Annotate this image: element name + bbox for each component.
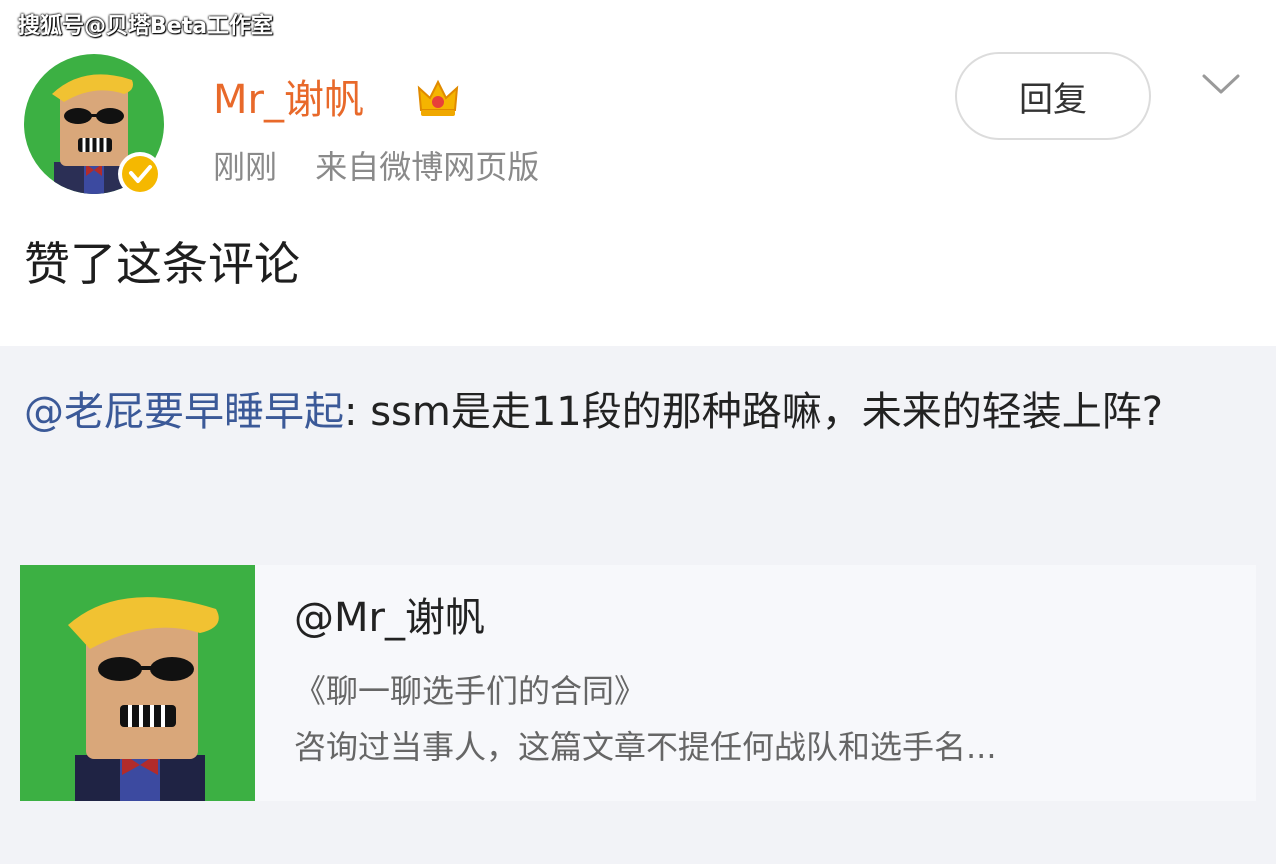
weibo-comment-card: 搜狐号@贝塔Beta工作室 Mr_谢帆 刚刚 来自微博网页版 回复 赞了这条评论… bbox=[0, 0, 1276, 864]
quoted-comment: @老屁要早睡早起: ssm是走11段的那种路嘛，未来的轻装上阵? bbox=[24, 376, 1254, 448]
username-link[interactable]: Mr_谢帆 bbox=[213, 72, 364, 128]
post-time: 刚刚 bbox=[213, 148, 278, 186]
reply-button[interactable]: 回复 bbox=[955, 52, 1151, 140]
action-text: 赞了这条评论 bbox=[24, 237, 300, 291]
article-card-title[interactable]: @Mr_谢帆 bbox=[294, 590, 485, 646]
article-thumbnail[interactable] bbox=[20, 565, 255, 815]
quoted-comment-text: : ssm是走11段的那种路嘛，未来的轻装上阵? bbox=[344, 389, 1163, 435]
post-source: 来自微博网页版 bbox=[315, 148, 540, 186]
chevron-down-icon[interactable] bbox=[1200, 70, 1242, 100]
mention-link[interactable]: @老屁要早睡早起 bbox=[24, 389, 344, 435]
watermark-text: 搜狐号@贝塔Beta工作室 bbox=[18, 14, 274, 39]
article-card-description: 咨询过当事人，这篇文章不提任何战队和选手名... bbox=[294, 728, 997, 766]
article-card-subtitle: 《聊一聊选手们的合同》 bbox=[294, 672, 647, 710]
post-meta: 刚刚 来自微博网页版 bbox=[213, 145, 539, 189]
crown-icon bbox=[413, 74, 463, 124]
article-thumbnail-image bbox=[20, 565, 255, 815]
verified-badge-icon bbox=[116, 150, 164, 198]
